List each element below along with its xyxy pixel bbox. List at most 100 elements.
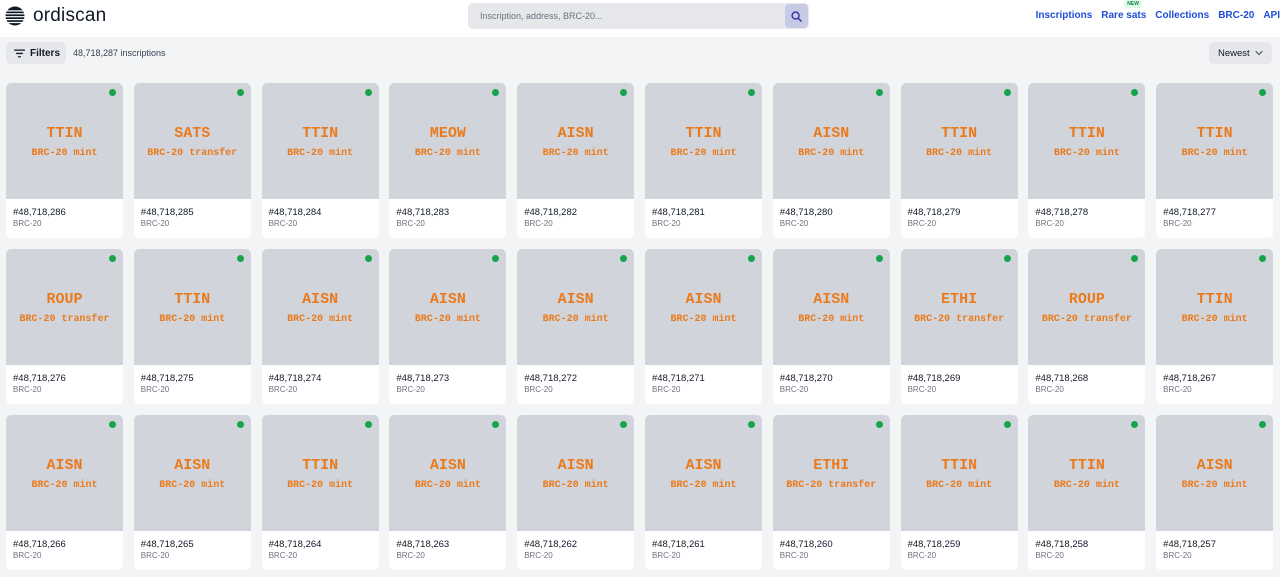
chevron-down-icon: [1255, 50, 1263, 56]
status-dot: [1003, 255, 1011, 262]
inscription-card[interactable]: AISN BRC-20 mint #48,718,270 BRC-20: [772, 249, 890, 404]
inscription-card[interactable]: TTIN BRC-20 mint #48,718,275 BRC-20: [133, 249, 251, 404]
brc20-operation: BRC-20 transfer: [19, 314, 110, 325]
inscription-type: BRC-20: [907, 551, 937, 560]
brc20-operation: BRC-20 transfer: [786, 480, 877, 491]
inscription-card[interactable]: MEOW BRC-20 mint #48,718,283 BRC-20: [389, 83, 507, 238]
inscription-card[interactable]: AISN BRC-20 mint #48,718,282 BRC-20: [517, 83, 635, 238]
inscription-card[interactable]: AISN BRC-20 mint #48,718,263 BRC-20: [389, 415, 507, 570]
inscription-number: #48,718,279: [907, 207, 961, 218]
inscription-card[interactable]: AISN BRC-20 mint #48,718,265 BRC-20: [133, 415, 251, 570]
nav-api[interactable]: API: [1263, 10, 1280, 21]
inscription-card[interactable]: AISN BRC-20 mint #48,718,274 BRC-20: [261, 249, 379, 404]
inscription-card[interactable]: TTIN BRC-20 mint #48,718,267 BRC-20: [1156, 249, 1274, 404]
status-dot: [747, 421, 755, 428]
inscription-preview: TTIN BRC-20 mint: [1028, 415, 1146, 531]
status-dot: [1259, 89, 1267, 96]
card-meta: #48,718,262 BRC-20: [517, 531, 634, 562]
inscription-card[interactable]: ROUP BRC-20 transfer #48,718,276 BRC-20: [6, 249, 123, 404]
status-dot: [875, 421, 883, 428]
search-input[interactable]: [468, 3, 784, 29]
brc20-operation: BRC-20 mint: [798, 148, 865, 159]
brc20-operation: BRC-20 mint: [159, 314, 226, 325]
inscription-card[interactable]: TTIN BRC-20 mint #48,718,278 BRC-20: [1028, 83, 1146, 238]
brc20-tick: TTIN: [174, 291, 211, 308]
inscription-card[interactable]: AISN BRC-20 mint #48,718,257 BRC-20: [1156, 415, 1274, 570]
top-nav-bar: ordiscan Inscriptions Rare sats NEW Coll…: [0, 0, 1280, 37]
inscription-card[interactable]: TTIN BRC-20 mint #48,718,264 BRC-20: [261, 415, 379, 570]
inscription-card[interactable]: ETHI BRC-20 transfer #48,718,260 BRC-20: [772, 415, 890, 570]
card-meta: #48,718,284 BRC-20: [262, 199, 379, 230]
inscription-preview: AISN BRC-20 mint: [133, 415, 251, 531]
new-badge: NEW: [1124, 0, 1142, 8]
inscription-card[interactable]: ETHI BRC-20 transfer #48,718,269 BRC-20: [900, 249, 1018, 404]
inscription-card[interactable]: AISN BRC-20 mint #48,718,261 BRC-20: [644, 415, 762, 570]
inscription-card[interactable]: AISN BRC-20 mint #48,718,280 BRC-20: [772, 83, 890, 238]
inscription-number: #48,718,273: [396, 373, 450, 384]
card-meta: #48,718,273 BRC-20: [389, 365, 506, 396]
filters-button[interactable]: Filters: [6, 42, 66, 64]
inscription-preview: AISN BRC-20 mint: [6, 415, 123, 531]
card-meta: #48,718,282 BRC-20: [517, 199, 634, 230]
card-meta: #48,718,274 BRC-20: [262, 365, 379, 396]
card-meta: #48,718,271 BRC-20: [645, 365, 762, 396]
inscription-number: #48,718,262: [524, 539, 578, 550]
inscription-preview: TTIN BRC-20 mint: [6, 83, 123, 199]
brc20-operation: BRC-20 mint: [287, 480, 354, 491]
inscription-card[interactable]: AISN BRC-20 mint #48,718,266 BRC-20: [6, 415, 123, 570]
brc20-operation: BRC-20 mint: [542, 480, 609, 491]
search-bar: [468, 3, 809, 29]
inscription-card[interactable]: TTIN BRC-20 mint #48,718,277 BRC-20: [1156, 83, 1274, 238]
inscription-type: BRC-20: [396, 385, 425, 394]
brc20-operation: BRC-20 mint: [287, 148, 354, 159]
inscription-card[interactable]: TTIN BRC-20 mint #48,718,284 BRC-20: [261, 83, 379, 238]
card-meta: #48,718,258 BRC-20: [1028, 531, 1145, 562]
status-dot: [109, 421, 116, 428]
search-icon: [791, 10, 802, 22]
inscription-number: #48,718,275: [140, 373, 194, 384]
nav-collections[interactable]: Collections: [1155, 10, 1209, 21]
inscription-card[interactable]: TTIN BRC-20 mint #48,718,258 BRC-20: [1028, 415, 1146, 570]
inscription-card[interactable]: TTIN BRC-20 mint #48,718,281 BRC-20: [644, 83, 762, 238]
brc20-operation: BRC-20 mint: [31, 148, 98, 159]
status-dot: [492, 421, 500, 428]
brc20-tick: AISN: [813, 125, 850, 142]
card-meta: #48,718,280 BRC-20: [773, 199, 890, 230]
inscription-card[interactable]: AISN BRC-20 mint #48,718,272 BRC-20: [517, 249, 635, 404]
status-dot: [620, 89, 628, 96]
brc20-operation: BRC-20 mint: [798, 314, 865, 325]
brc20-tick: AISN: [174, 457, 211, 474]
inscription-card[interactable]: TTIN BRC-20 mint #48,718,286 BRC-20: [6, 83, 123, 238]
inscription-card[interactable]: AISN BRC-20 mint #48,718,262 BRC-20: [517, 415, 635, 570]
inscription-preview: AISN BRC-20 mint: [261, 249, 379, 365]
brc20-operation: BRC-20 mint: [159, 480, 226, 491]
brand-name: ordiscan: [33, 5, 107, 26]
status-dot: [620, 255, 628, 262]
brc20-tick: ROUP: [46, 291, 83, 308]
inscription-card[interactable]: TTIN BRC-20 mint #48,718,279 BRC-20: [900, 83, 1018, 238]
nav-brc20[interactable]: BRC-20: [1218, 10, 1254, 21]
nav-rare-sats[interactable]: Rare sats NEW: [1101, 0, 1146, 21]
inscription-preview: AISN BRC-20 mint: [772, 249, 890, 365]
brc20-operation: BRC-20 mint: [926, 148, 993, 159]
inscription-number: #48,718,272: [524, 373, 578, 384]
inscription-number: #48,718,280: [779, 207, 833, 218]
inscription-card[interactable]: ROUP BRC-20 transfer #48,718,268 BRC-20: [1028, 249, 1146, 404]
brc20-tick: ETHI: [941, 291, 978, 308]
inscription-card[interactable]: AISN BRC-20 mint #48,718,271 BRC-20: [644, 249, 762, 404]
brc20-tick: TTIN: [1068, 125, 1105, 142]
inscription-card[interactable]: TTIN BRC-20 mint #48,718,259 BRC-20: [900, 415, 1018, 570]
nav-inscriptions[interactable]: Inscriptions: [1036, 10, 1093, 21]
card-meta: #48,718,283 BRC-20: [389, 199, 506, 230]
sort-dropdown[interactable]: Newest: [1209, 42, 1272, 64]
search-button[interactable]: [785, 4, 808, 28]
logo[interactable]: ordiscan: [5, 5, 106, 27]
status-dot: [236, 421, 244, 428]
brc20-operation: BRC-20 mint: [926, 480, 993, 491]
inscription-type: BRC-20: [651, 385, 681, 394]
inscription-card[interactable]: AISN BRC-20 mint #48,718,273 BRC-20: [389, 249, 507, 404]
status-dot: [1003, 89, 1011, 96]
inscription-card[interactable]: SATS BRC-20 transfer #48,718,285 BRC-20: [133, 83, 251, 238]
card-meta: #48,718,257 BRC-20: [1156, 531, 1273, 562]
ordiscan-logo-icon: [5, 6, 25, 26]
